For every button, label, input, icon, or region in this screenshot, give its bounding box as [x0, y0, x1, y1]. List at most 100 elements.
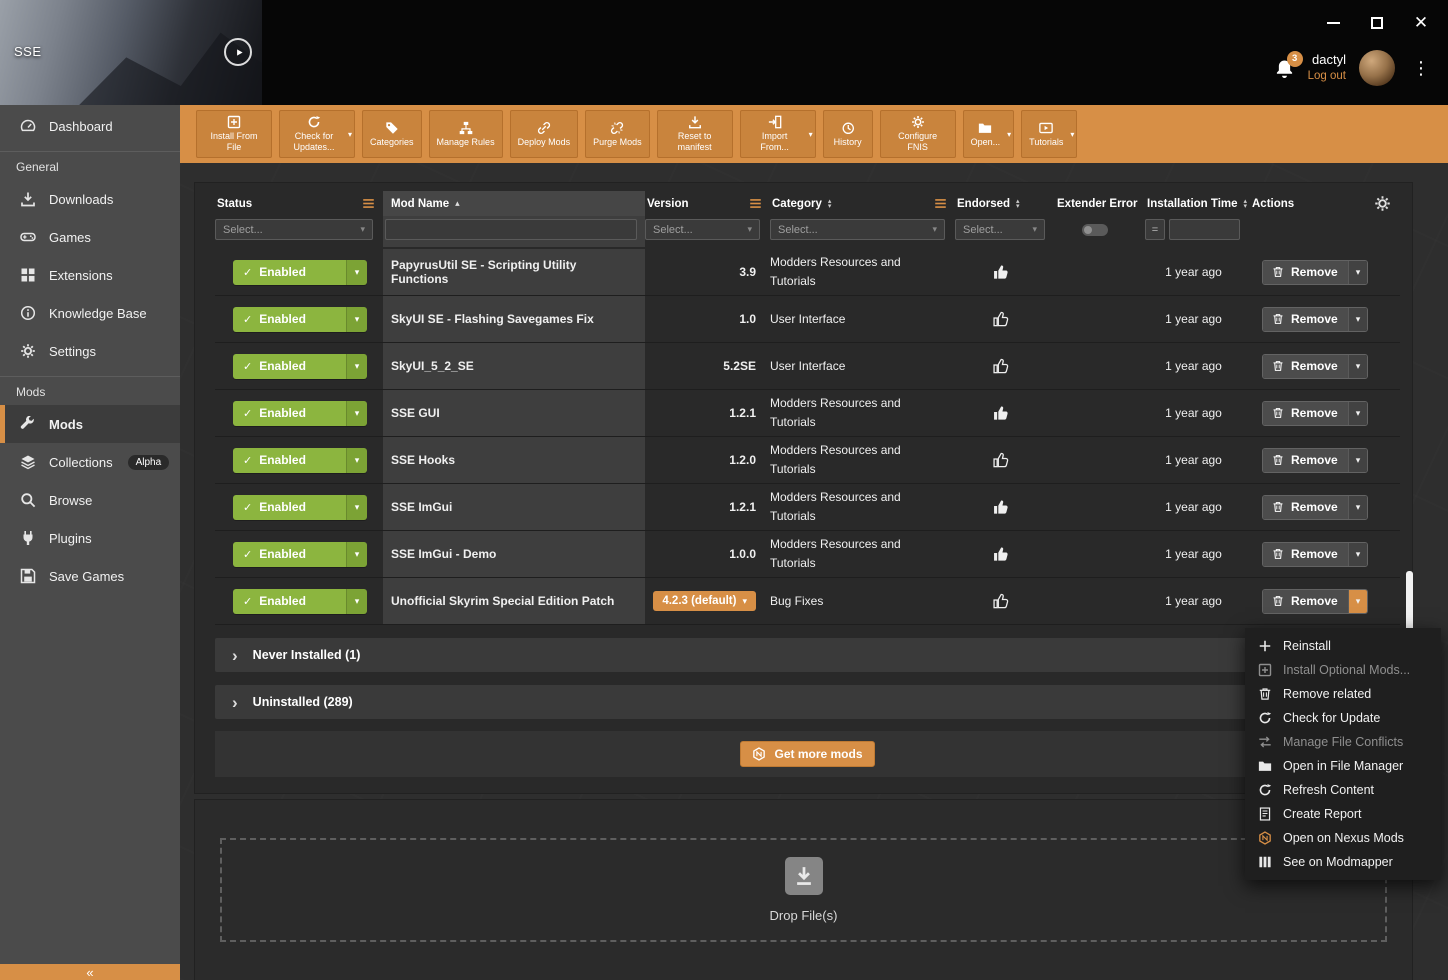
- mod-status-toggle[interactable]: ✓Enabled▾: [233, 307, 367, 332]
- mod-status-toggle[interactable]: ✓Enabled▾: [233, 448, 367, 473]
- time-filter-operator[interactable]: =: [1145, 219, 1165, 240]
- filter-list-icon[interactable]: [362, 197, 375, 210]
- column-header-status[interactable]: Status: [217, 198, 252, 210]
- column-header-actions[interactable]: Actions: [1252, 198, 1294, 210]
- remove-menu-caret[interactable]: ▾: [1348, 261, 1367, 284]
- status-caret-button[interactable]: ▾: [346, 307, 367, 332]
- context-menu-item-reinstall[interactable]: Reinstall: [1245, 634, 1441, 658]
- remove-menu-caret[interactable]: ▾: [1348, 496, 1367, 519]
- game-thumbnail[interactable]: SSE: [0, 0, 262, 105]
- mod-status-toggle[interactable]: ✓Enabled▾: [233, 589, 367, 614]
- sidebar-item-browse[interactable]: Browse: [0, 481, 180, 519]
- group-uninstalled[interactable]: › Uninstalled (289): [215, 685, 1400, 719]
- remove-menu-caret[interactable]: ▾: [1348, 355, 1367, 378]
- gear-icon[interactable]: [1374, 195, 1391, 212]
- mod-name-cell[interactable]: SSE ImGui - Demo: [383, 531, 645, 577]
- remove-button[interactable]: Remove: [1263, 261, 1348, 284]
- play-button[interactable]: [224, 38, 252, 66]
- toolbar-reset-to-manifest-button[interactable]: Reset to manifest: [657, 110, 733, 158]
- mod-status-toggle[interactable]: ✓Enabled▾: [233, 260, 367, 285]
- sidebar-item-collections[interactable]: CollectionsAlpha: [0, 443, 180, 481]
- mod-status-toggle[interactable]: ✓Enabled▾: [233, 542, 367, 567]
- remove-menu-caret[interactable]: ▾: [1348, 308, 1367, 331]
- get-more-mods-button[interactable]: Get more mods: [740, 741, 874, 767]
- category-filter-select[interactable]: Select...▾: [770, 219, 945, 240]
- remove-menu-caret[interactable]: ▾: [1348, 449, 1367, 472]
- status-caret-button[interactable]: ▾: [346, 401, 367, 426]
- toolbar-configure-fnis-button[interactable]: Configure FNIS: [880, 110, 956, 158]
- mod-name-cell[interactable]: Unofficial Skyrim Special Edition Patch: [383, 578, 645, 624]
- status-filter-select[interactable]: Select...▾: [215, 219, 373, 240]
- remove-menu-caret[interactable]: ▾: [1348, 590, 1367, 613]
- toolbar-import-from-button[interactable]: Import From...▾: [740, 110, 816, 158]
- mod-status-toggle[interactable]: ✓Enabled▾: [233, 401, 367, 426]
- sidebar-item-knowledge-base[interactable]: Knowledge Base: [0, 294, 180, 332]
- remove-menu-caret[interactable]: ▾: [1348, 543, 1367, 566]
- endorse-thumb-icon[interactable]: [993, 593, 1010, 610]
- version-dropdown[interactable]: 4.2.3 (default)▾: [653, 591, 756, 611]
- toolbar-install-from-file-button[interactable]: Install From File: [196, 110, 272, 158]
- filter-list-icon[interactable]: [934, 197, 947, 210]
- sidebar-item-extensions[interactable]: Extensions: [0, 256, 180, 294]
- scrollbar-thumb[interactable]: [1406, 571, 1413, 633]
- extender-error-filter-toggle[interactable]: [1082, 224, 1108, 236]
- endorse-thumb-icon[interactable]: [993, 452, 1010, 469]
- remove-button[interactable]: Remove: [1263, 402, 1348, 425]
- status-caret-button[interactable]: ▾: [346, 448, 367, 473]
- status-caret-button[interactable]: ▾: [346, 260, 367, 285]
- remove-menu-caret[interactable]: ▾: [1348, 402, 1367, 425]
- mod-status-toggle[interactable]: ✓Enabled▾: [233, 354, 367, 379]
- column-header-endorsed[interactable]: Endorsed: [957, 198, 1010, 210]
- column-header-version[interactable]: Version: [647, 198, 689, 210]
- status-caret-button[interactable]: ▾: [346, 354, 367, 379]
- endorse-thumb-icon[interactable]: [993, 358, 1010, 375]
- toolbar-history-button[interactable]: History: [823, 110, 873, 158]
- mod-name-filter-input[interactable]: [385, 219, 637, 240]
- context-menu-item-refresh-content[interactable]: Refresh Content: [1245, 778, 1441, 802]
- drop-files-zone[interactable]: Drop File(s): [220, 838, 1387, 942]
- context-menu-item-check-for-update[interactable]: Check for Update: [1245, 706, 1441, 730]
- remove-button[interactable]: Remove: [1263, 355, 1348, 378]
- notifications-button[interactable]: 3: [1274, 58, 1295, 79]
- endorsed-thumb-icon[interactable]: [993, 264, 1010, 281]
- toolbar-deploy-mods-button[interactable]: Deploy Mods: [510, 110, 579, 158]
- context-menu-item-create-report[interactable]: Create Report: [1245, 802, 1441, 826]
- status-caret-button[interactable]: ▾: [346, 542, 367, 567]
- column-header-installation-time[interactable]: Installation Time: [1147, 198, 1238, 210]
- mod-name-cell[interactable]: SSE GUI: [383, 390, 645, 436]
- status-caret-button[interactable]: ▾: [346, 495, 367, 520]
- column-header-category[interactable]: Category: [772, 198, 822, 210]
- remove-button[interactable]: Remove: [1263, 543, 1348, 566]
- sidebar-item-downloads[interactable]: Downloads: [0, 180, 180, 218]
- minimize-button[interactable]: [1322, 12, 1344, 34]
- context-menu-item-see-on-modmapper[interactable]: See on Modmapper: [1245, 850, 1441, 874]
- group-never-installed[interactable]: › Never Installed (1): [215, 638, 1400, 672]
- version-filter-select[interactable]: Select...▾: [645, 219, 760, 240]
- remove-button[interactable]: Remove: [1263, 590, 1348, 613]
- toolbar-categories-button[interactable]: Categories: [362, 110, 422, 158]
- maximize-button[interactable]: [1366, 12, 1388, 34]
- mod-status-toggle[interactable]: ✓Enabled▾: [233, 495, 367, 520]
- sidebar-item-save-games[interactable]: Save Games: [0, 557, 180, 595]
- logout-link[interactable]: Log out: [1308, 69, 1346, 85]
- sidebar-item-settings[interactable]: Settings: [0, 332, 180, 370]
- avatar[interactable]: [1359, 50, 1395, 86]
- toolbar-open-button[interactable]: Open...▾: [963, 110, 1015, 158]
- remove-button[interactable]: Remove: [1263, 496, 1348, 519]
- toolbar-manage-rules-button[interactable]: Manage Rules: [429, 110, 503, 158]
- context-menu-item-open-on-nexus-mods[interactable]: Open on Nexus Mods: [1245, 826, 1441, 850]
- sidebar-item-games[interactable]: Games: [0, 218, 180, 256]
- close-button[interactable]: ✕: [1410, 12, 1432, 34]
- endorsed-thumb-icon[interactable]: [993, 405, 1010, 422]
- toolbar-check-for-updates-button[interactable]: Check for Updates...▾: [279, 110, 355, 158]
- endorse-thumb-icon[interactable]: [993, 311, 1010, 328]
- column-header-mod-name[interactable]: Mod Name: [391, 198, 449, 210]
- mod-name-cell[interactable]: SkyUI SE - Flashing Savegames Fix: [383, 296, 645, 342]
- remove-button[interactable]: Remove: [1263, 308, 1348, 331]
- status-caret-button[interactable]: ▾: [346, 589, 367, 614]
- context-menu-item-open-in-file-manager[interactable]: Open in File Manager: [1245, 754, 1441, 778]
- remove-button[interactable]: Remove: [1263, 449, 1348, 472]
- sidebar-item-dashboard[interactable]: Dashboard: [0, 107, 180, 145]
- endorsed-filter-select[interactable]: Select...▾: [955, 219, 1045, 240]
- sidebar-item-mods[interactable]: Mods: [0, 405, 180, 443]
